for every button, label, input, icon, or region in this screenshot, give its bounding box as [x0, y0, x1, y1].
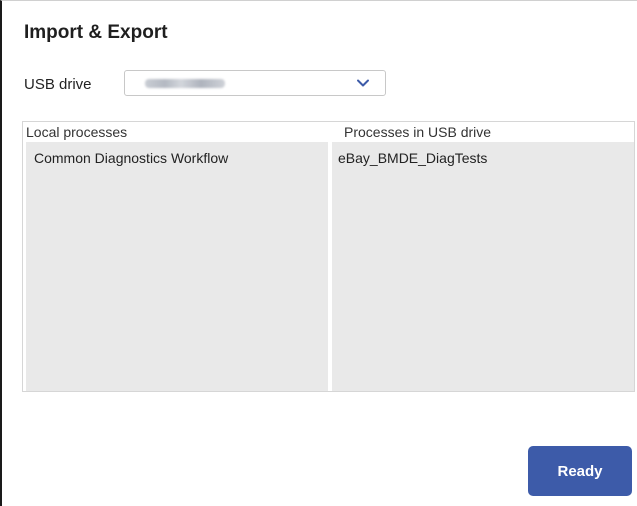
- usb-drive-label: USB drive: [24, 76, 92, 93]
- local-processes-header: Local processes: [23, 122, 328, 142]
- usb-processes-header: Processes in USB drive: [332, 122, 634, 142]
- ready-button[interactable]: Ready: [528, 446, 632, 496]
- usb-processes-list[interactable]: eBay_BMDE_DiagTests: [332, 142, 634, 391]
- local-processes-column: Local processes Common Diagnostics Workf…: [23, 122, 328, 391]
- usb-drive-select[interactable]: [124, 70, 386, 96]
- chevron-down-icon[interactable]: [355, 75, 371, 91]
- usb-drive-selected-value: [145, 77, 225, 89]
- list-item[interactable]: eBay_BMDE_DiagTests: [332, 142, 634, 166]
- process-lists-panel: Local processes Common Diagnostics Workf…: [22, 121, 635, 392]
- dialog-title: Import & Export: [24, 22, 168, 43]
- obscured-drive-name: [145, 78, 225, 88]
- local-processes-list[interactable]: Common Diagnostics Workflow: [26, 142, 328, 391]
- import-export-dialog: Import & Export USB drive Local processe…: [0, 0, 637, 506]
- usb-processes-column: Processes in USB drive eBay_BMDE_DiagTes…: [332, 122, 634, 391]
- list-item[interactable]: Common Diagnostics Workflow: [26, 142, 328, 166]
